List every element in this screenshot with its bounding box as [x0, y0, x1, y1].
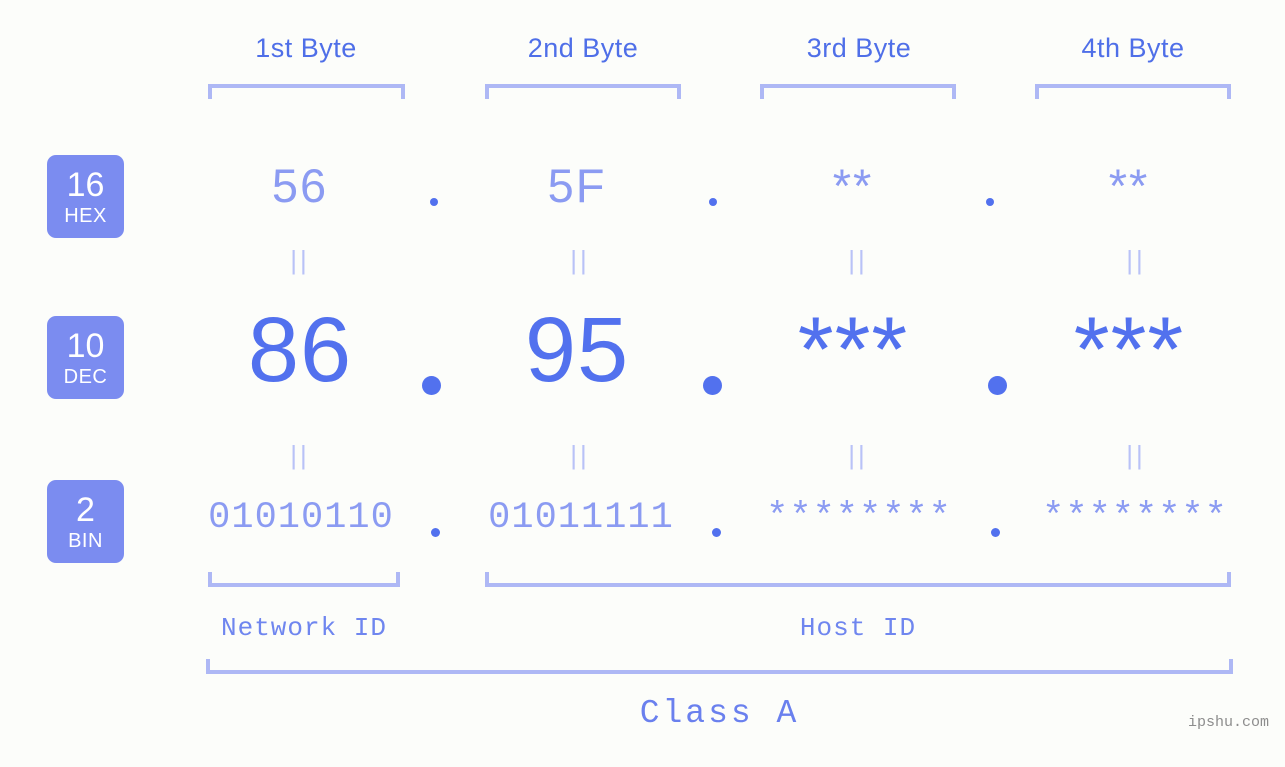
byte-bracket-4 — [1035, 84, 1231, 99]
radix-badge-bin-name: BIN — [68, 529, 103, 552]
equals-mark-hex-dec-1: || — [290, 245, 310, 275]
equals-mark-hex-dec-4: || — [1126, 245, 1146, 275]
radix-badge-dec: 10 DEC — [47, 316, 124, 399]
byte-header-label-4: 4th Byte — [1081, 33, 1185, 63]
radix-badge-bin-number: 2 — [76, 490, 95, 529]
network-id-label: Network ID — [220, 613, 388, 643]
bin-separator-dot-1 — [431, 528, 440, 537]
dec-separator-dot-1 — [422, 376, 441, 395]
dec-value-byte-3: *** — [797, 299, 909, 401]
ip-address-breakdown-diagram: 1st Byte 2nd Byte 3rd Byte 4th Byte 16 H… — [0, 0, 1285, 767]
byte-header-label-1: 1st Byte — [255, 33, 357, 63]
bin-value-byte-2: 01011111 — [488, 497, 674, 539]
byte-header-label-3: 3rd Byte — [806, 33, 912, 63]
class-bracket — [206, 659, 1233, 674]
hex-value-byte-1: 56 — [271, 159, 329, 212]
bin-value-byte-4: ******** — [1042, 497, 1228, 539]
bin-value-byte-1: 01010110 — [208, 497, 394, 539]
host-id-label: Host ID — [799, 613, 917, 643]
dec-value-byte-1: 86 — [247, 299, 353, 401]
radix-badge-dec-number: 10 — [66, 326, 105, 365]
hex-value-byte-4: ** — [1108, 159, 1150, 212]
byte-bracket-1 — [208, 84, 405, 99]
radix-badge-hex-number: 16 — [66, 165, 105, 204]
byte-bracket-2 — [485, 84, 681, 99]
equals-mark-dec-bin-2: || — [570, 440, 590, 470]
bin-value-byte-3: ******** — [766, 497, 952, 539]
equals-mark-dec-bin-4: || — [1126, 440, 1146, 470]
site-watermark: ipshu.com — [1187, 714, 1269, 731]
network-id-bracket — [208, 572, 400, 587]
hex-separator-dot-2 — [709, 198, 717, 206]
equals-mark-dec-bin-3: || — [848, 440, 868, 470]
byte-header-label-2: 2nd Byte — [527, 33, 639, 63]
radix-badge-hex-name: HEX — [64, 204, 107, 227]
dec-separator-dot-3 — [988, 376, 1007, 395]
radix-badge-hex: 16 HEX — [47, 155, 124, 238]
class-label: Class A — [639, 695, 800, 732]
hex-value-byte-2: 5F — [547, 159, 607, 212]
bin-separator-dot-3 — [991, 528, 1000, 537]
equals-mark-hex-dec-2: || — [570, 245, 590, 275]
dec-value-byte-4: *** — [1073, 299, 1185, 401]
radix-badge-dec-name: DEC — [63, 365, 108, 388]
bin-separator-dot-2 — [712, 528, 721, 537]
equals-mark-dec-bin-1: || — [290, 440, 310, 470]
dec-separator-dot-2 — [703, 376, 722, 395]
radix-badge-bin: 2 BIN — [47, 480, 124, 563]
dec-value-byte-2: 95 — [524, 299, 630, 401]
hex-separator-dot-3 — [986, 198, 994, 206]
equals-mark-hex-dec-3: || — [848, 245, 868, 275]
host-id-bracket — [485, 572, 1231, 587]
hex-separator-dot-1 — [430, 198, 438, 206]
byte-bracket-3 — [760, 84, 956, 99]
hex-value-byte-3: ** — [832, 159, 874, 212]
